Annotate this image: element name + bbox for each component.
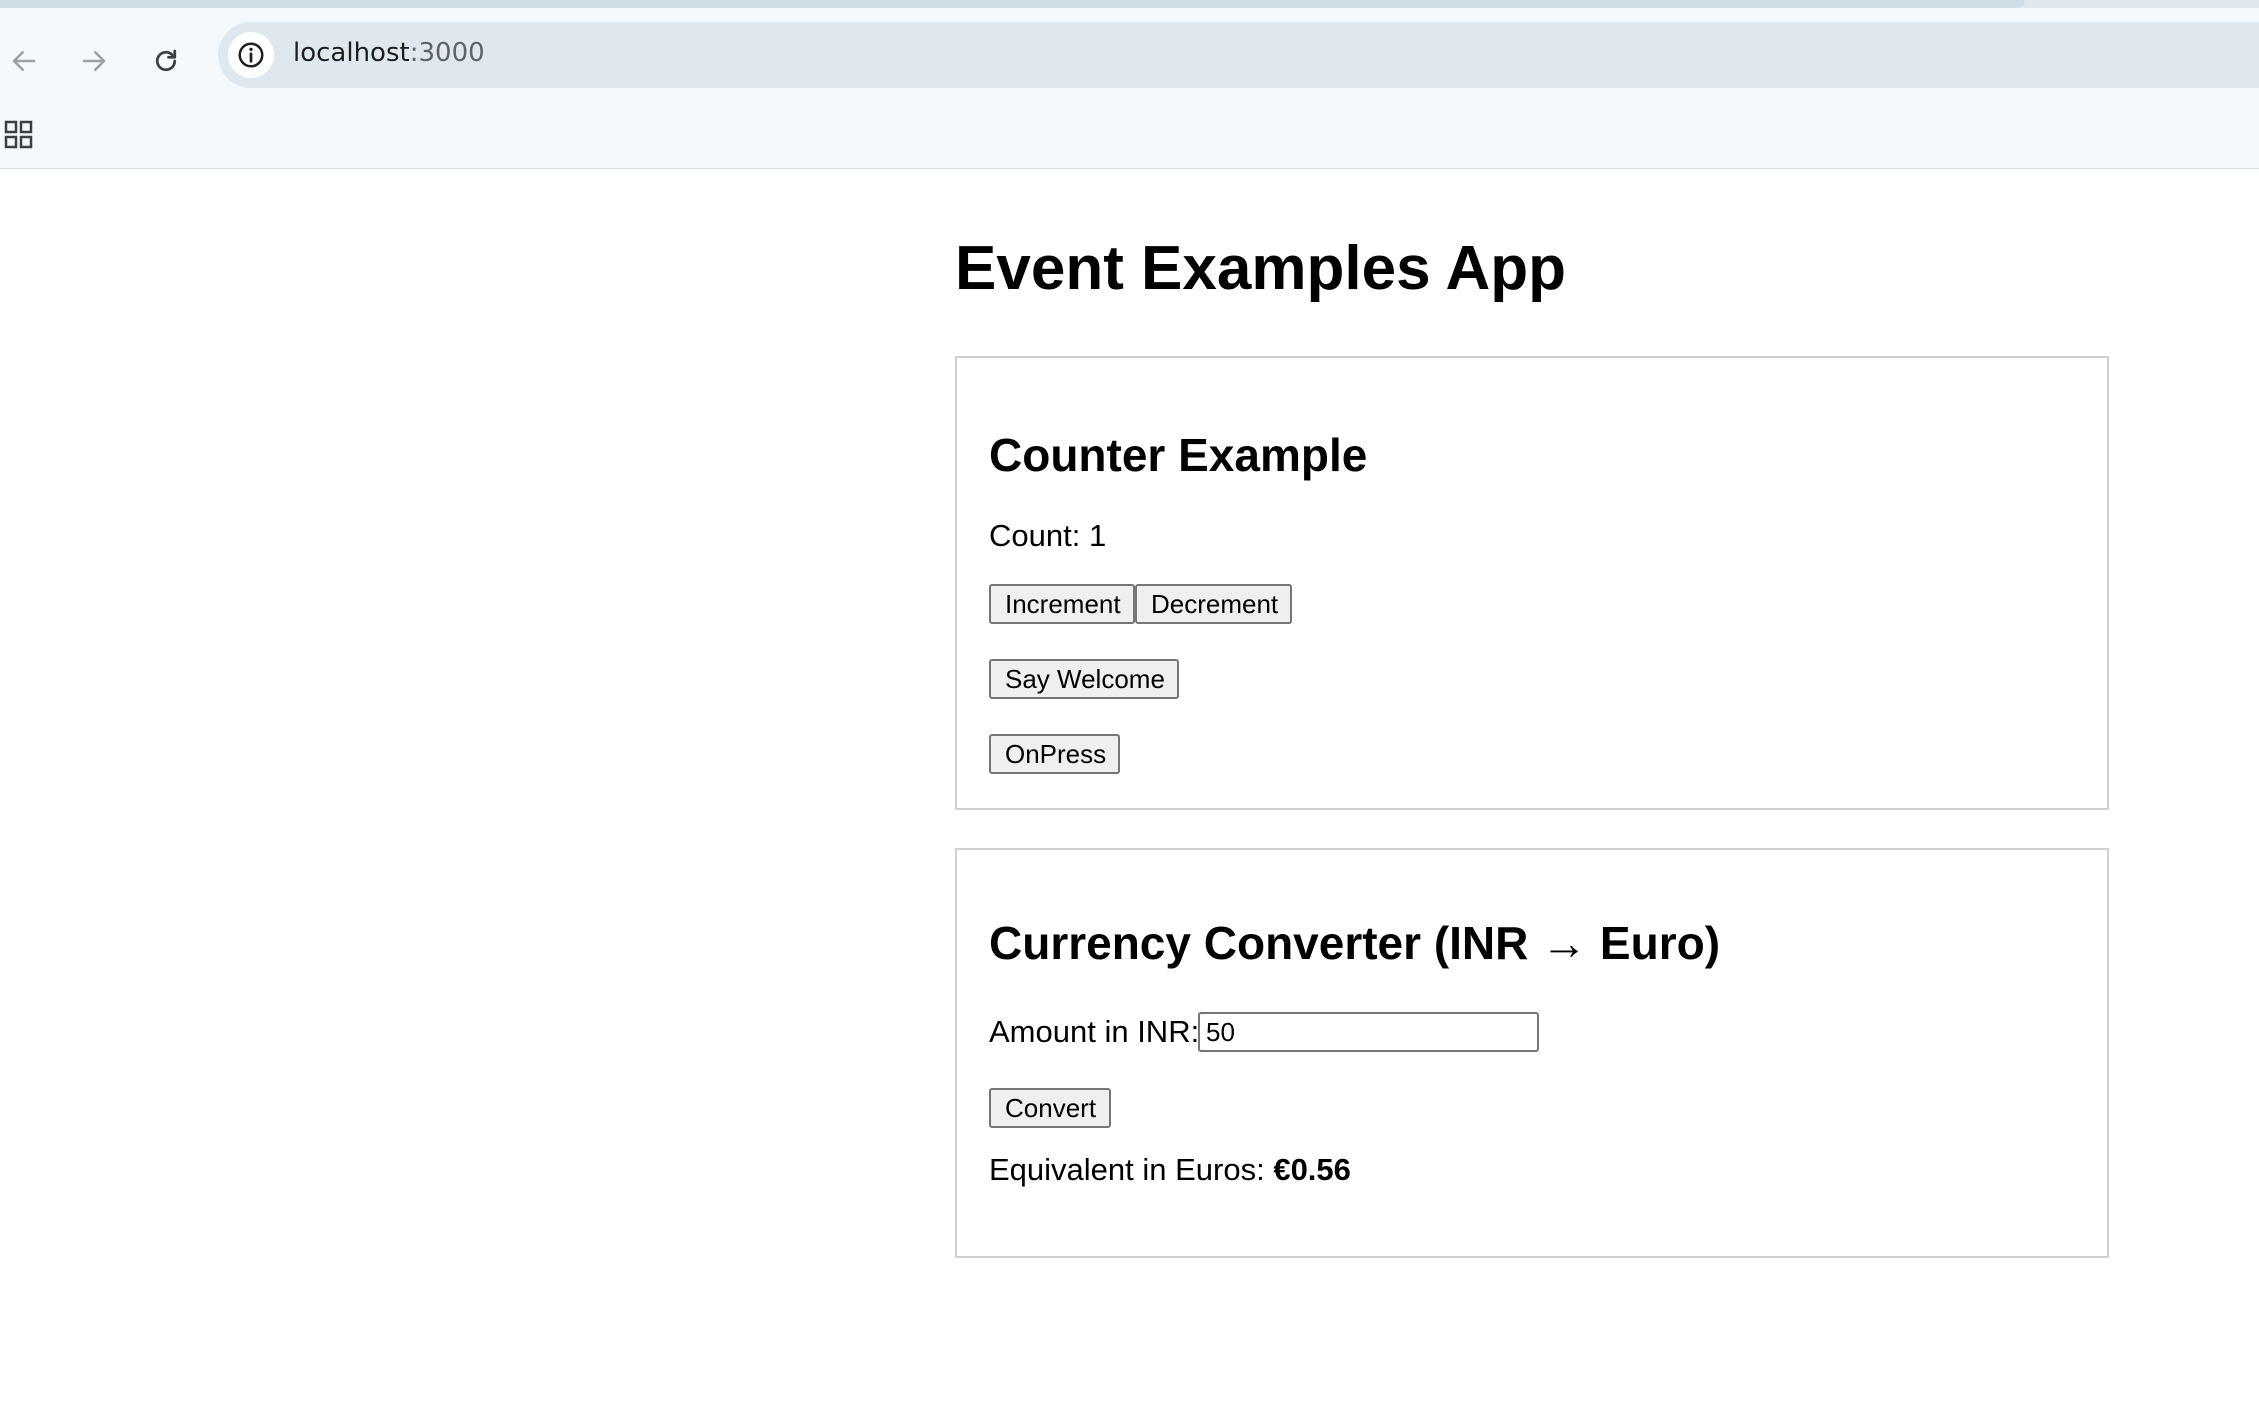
counter-card: Counter Example Count: 1 Increment Decre… <box>955 356 2109 810</box>
amount-input[interactable] <box>1198 1012 1539 1052</box>
convert-button[interactable]: Convert <box>989 1088 1111 1128</box>
count-display: Count: 1 <box>989 520 1106 551</box>
url-text[interactable]: localhost:3000 <box>293 38 485 68</box>
onpress-button[interactable]: OnPress <box>989 734 1120 774</box>
back-arrow-icon <box>12 51 36 71</box>
currency-converter-card: Currency Converter (INR → Euro) Amount i… <box>955 848 2109 1258</box>
url-host: localhost <box>293 38 410 68</box>
converter-heading: Currency Converter (INR → Euro) <box>989 917 1721 969</box>
app-title: Event Examples App <box>955 234 1567 303</box>
increment-button[interactable]: Increment <box>989 584 1135 624</box>
reload-icon <box>155 49 177 72</box>
result-value: €0.56 <box>1273 1152 1351 1187</box>
browser-toolbar: localhost:3000 <box>0 8 2259 169</box>
reload-button[interactable] <box>143 38 189 84</box>
amount-label: Amount in INR: <box>989 1014 1200 1049</box>
active-tab-edge[interactable] <box>0 0 2025 8</box>
apps-grid-icon[interactable] <box>4 120 34 150</box>
count-value: 1 <box>1088 518 1107 553</box>
say-welcome-button[interactable]: Say Welcome <box>989 659 1179 699</box>
address-bar[interactable]: localhost:3000 <box>218 22 2259 88</box>
info-icon <box>238 42 264 68</box>
counter-heading: Counter Example <box>989 429 1368 481</box>
decrement-button[interactable]: Decrement <box>1135 584 1292 624</box>
site-info-button[interactable] <box>228 32 274 78</box>
forward-arrow-icon <box>82 51 106 71</box>
count-label: Count: <box>989 518 1089 553</box>
result-label: Equivalent in Euros: <box>989 1152 1274 1187</box>
conversion-result: Equivalent in Euros: €0.56 <box>989 1154 1351 1185</box>
forward-button[interactable] <box>71 38 117 84</box>
url-port: :3000 <box>409 38 485 68</box>
page-content: Event Examples App Counter Example Count… <box>955 170 2115 1258</box>
back-button[interactable] <box>1 38 47 84</box>
